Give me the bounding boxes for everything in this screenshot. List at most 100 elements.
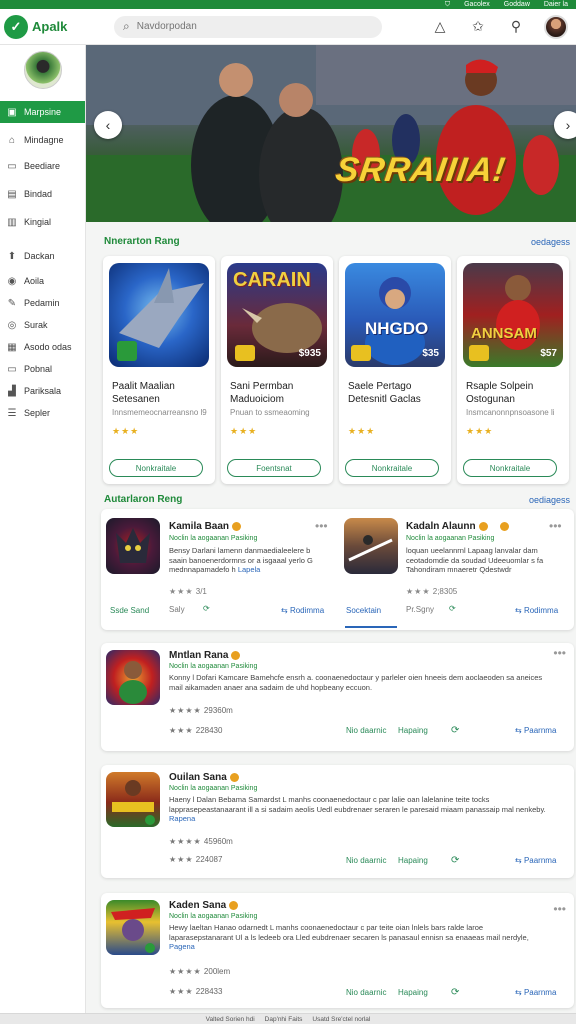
list-item-desc-link[interactable]: Lapela — [238, 565, 261, 574]
more-options-icon[interactable]: ••• — [553, 646, 566, 660]
sidebar-item-11[interactable]: ▟ Pariksala — [0, 380, 85, 402]
status-item-1[interactable]: Valted Sorien hdi — [206, 1016, 255, 1023]
list-action-3[interactable]: ⇆ Rodimma — [281, 606, 324, 615]
refresh-icon[interactable]: ⟳ — [203, 604, 210, 613]
sidebar-item-4[interactable]: ▥ Kingial — [0, 211, 85, 233]
list-action-tab2[interactable]: Pr.Sgny — [406, 605, 434, 614]
detail-action-1[interactable]: Nio daarnic — [346, 726, 386, 735]
monitor-icon: ▭ — [7, 160, 17, 172]
detail-card-2[interactable]: Kaden Sana ••• Noclin la aogaanan Pasiki… — [101, 893, 574, 1008]
list-item-sub: Noclin la aogaanan Pasiking — [169, 535, 258, 542]
list-art-demon[interactable] — [106, 518, 160, 574]
triangle-icon[interactable]: △ — [430, 17, 450, 37]
strip-link-2[interactable]: Goddaw — [504, 1, 530, 8]
detail-action-2[interactable]: Hapaing — [398, 988, 428, 997]
sidebar-item-9[interactable]: ▦ Asodo odas — [0, 336, 85, 358]
more-options-icon[interactable]: ••• — [315, 519, 328, 533]
detail-desc-text: Haeny l Dalan Bebama Samardst L manhs co… — [169, 795, 546, 814]
sidebar-item-6[interactable]: ◉ Aoila — [0, 270, 85, 292]
detail-action-1[interactable]: Nio daarnic — [346, 856, 386, 865]
status-item-3[interactable]: Usatd Sre'ctel norlal — [312, 1016, 370, 1023]
sidebar-item-0[interactable]: ▣ Marpsine — [0, 101, 85, 123]
detail-desc: Haeny l Dalan Bebama Samardst L manhs co… — [169, 795, 549, 824]
card-price: $35 — [422, 348, 439, 359]
sidebar-item-10[interactable]: ▭ Pobnal — [0, 358, 85, 380]
list-item-desc: loquan ueelannrnl Lapaag lanvalar dam ce… — [406, 546, 544, 574]
more-options-icon[interactable]: ••• — [553, 902, 566, 916]
sidebar-item-5[interactable]: ⬆ Dackan — [0, 245, 85, 267]
sidebar-item-3[interactable]: ▤ Bindad — [0, 183, 85, 205]
share-icon: ⇆ — [515, 856, 522, 865]
featured-card-2[interactable]: NHGDO $35 Saele Pertago Detesnitl Gaclas… — [339, 256, 451, 484]
featured-see-all-link[interactable]: oedagess — [531, 237, 570, 247]
rating-stars: ★★★★ — [169, 706, 202, 715]
logo-check-icon: ✓ — [4, 14, 28, 39]
refresh-icon[interactable]: ⟳ — [449, 604, 456, 613]
chart-icon: ▟ — [8, 385, 16, 397]
hero-banner[interactable]: SRRAIIIA! ‹ › — [86, 45, 576, 222]
sidebar-item-label: Sepler — [24, 408, 51, 418]
sidebar-profile-avatar[interactable] — [23, 51, 62, 89]
list-item-title: Kadaln Alaunn — [406, 521, 509, 532]
detail-desc-link[interactable]: Pagena — [169, 942, 195, 951]
list-panel: Kamila Baan ••• Noclin la aogaanan Pasik… — [101, 509, 574, 630]
sidebar-item-8[interactable]: ◎ Surak — [0, 314, 85, 336]
refresh-icon[interactable]: ⟳ — [451, 725, 459, 736]
dashboard-icon: ▣ — [7, 106, 17, 118]
sidebar-item-1[interactable]: ⌂ Mindagne — [0, 129, 85, 151]
banner-prev-button[interactable]: ‹ — [94, 111, 122, 139]
detail-card-0[interactable]: Mntlan Rana ••• Noclin la aogaanan Pasik… — [101, 643, 574, 751]
list-action-1[interactable]: Ssde Sand — [110, 606, 149, 615]
sidebar-item-12[interactable]: ☰ Sepler — [0, 402, 85, 424]
list-art-ski[interactable] — [344, 518, 398, 574]
home-icon: ⌂ — [8, 134, 16, 146]
detail-card-1[interactable]: Ouilan Sana Noclin la aogaanan Pasiking … — [101, 765, 574, 878]
location-icon: ◉ — [7, 275, 17, 287]
featured-card-1[interactable]: CARAIN $935 Sani Permban Maduoiciom Pnua… — [221, 256, 333, 484]
list-see-all-link[interactable]: oediagess — [529, 495, 570, 505]
card-install-button[interactable]: Nonkraitale — [345, 459, 439, 477]
search-bar[interactable]: ⌕ — [114, 15, 382, 38]
list-action-share[interactable]: ⇆ Rodimma — [515, 606, 558, 615]
detail-desc: Hewy laeltan Hanao odarnedt L manhs coon… — [169, 923, 549, 952]
search-input[interactable] — [136, 21, 357, 32]
list-item-rating-value: 2;8305 — [432, 587, 458, 596]
rating-stars: ★★★★ — [169, 967, 202, 976]
card-rating-stars: ★★★ — [466, 426, 494, 436]
more-options-icon[interactable]: ••• — [549, 519, 562, 533]
detail-action-share[interactable]: ⇆ Paarnma — [515, 726, 556, 735]
detail-action-share[interactable]: ⇆ Paarnma — [515, 988, 556, 997]
status-item-2[interactable]: Dap'nhi Faits — [265, 1016, 303, 1023]
refresh-icon[interactable]: ⟳ — [451, 855, 459, 866]
search-icon[interactable]: ⚲ — [506, 17, 526, 37]
tab-active[interactable]: Socektain — [346, 606, 381, 615]
detail-action-share[interactable]: ⇆ Paarnma — [515, 856, 556, 865]
featured-heading: Nnerarton Rang — [104, 236, 180, 247]
card-install-button[interactable]: Foentsnat — [227, 459, 321, 477]
sidebar-item-2[interactable]: ▭ Beediare — [0, 155, 85, 177]
card-install-button[interactable]: Nonkraitale — [109, 459, 203, 477]
sidebar-item-7[interactable]: ✎ Pedamin — [0, 292, 85, 314]
banner-next-button[interactable]: › — [554, 111, 576, 139]
upload-icon: ⬆ — [7, 250, 17, 262]
featured-card-3[interactable]: ANNSAM $57 Rsaple Solpein Ostogunan Insm… — [457, 256, 569, 484]
strip-link-3[interactable]: Daier la — [544, 1, 568, 8]
featured-card-0[interactable]: Paalit Maalian Setesanen Innsmemeocnarre… — [103, 256, 215, 484]
list-action-2[interactable]: Saly — [169, 605, 185, 614]
detail-meta-1-value: 29360m — [203, 706, 233, 715]
ticket-icon[interactable]: ✩ — [468, 17, 488, 37]
card-install-button[interactable]: Nonkraitale — [463, 459, 557, 477]
app-logo[interactable]: ✓ Apalk — [4, 14, 104, 39]
verified-badge-icon — [231, 650, 241, 660]
refresh-icon[interactable]: ⟳ — [451, 987, 459, 998]
folder-icon: ▤ — [7, 188, 17, 200]
detail-desc-link[interactable]: Rapena — [169, 814, 195, 823]
detail-action-2[interactable]: Hapaing — [398, 856, 428, 865]
search-icon: ⌕ — [123, 19, 130, 33]
strip-link-1[interactable]: Gacolex — [464, 1, 490, 8]
detail-action-2[interactable]: Hapaing — [398, 726, 428, 735]
user-avatar[interactable] — [544, 14, 568, 39]
detail-meta-2-value: 228430 — [195, 726, 223, 735]
detail-action-1[interactable]: Nio daarnic — [346, 988, 386, 997]
list-item-title: Kamila Baan — [169, 521, 242, 532]
